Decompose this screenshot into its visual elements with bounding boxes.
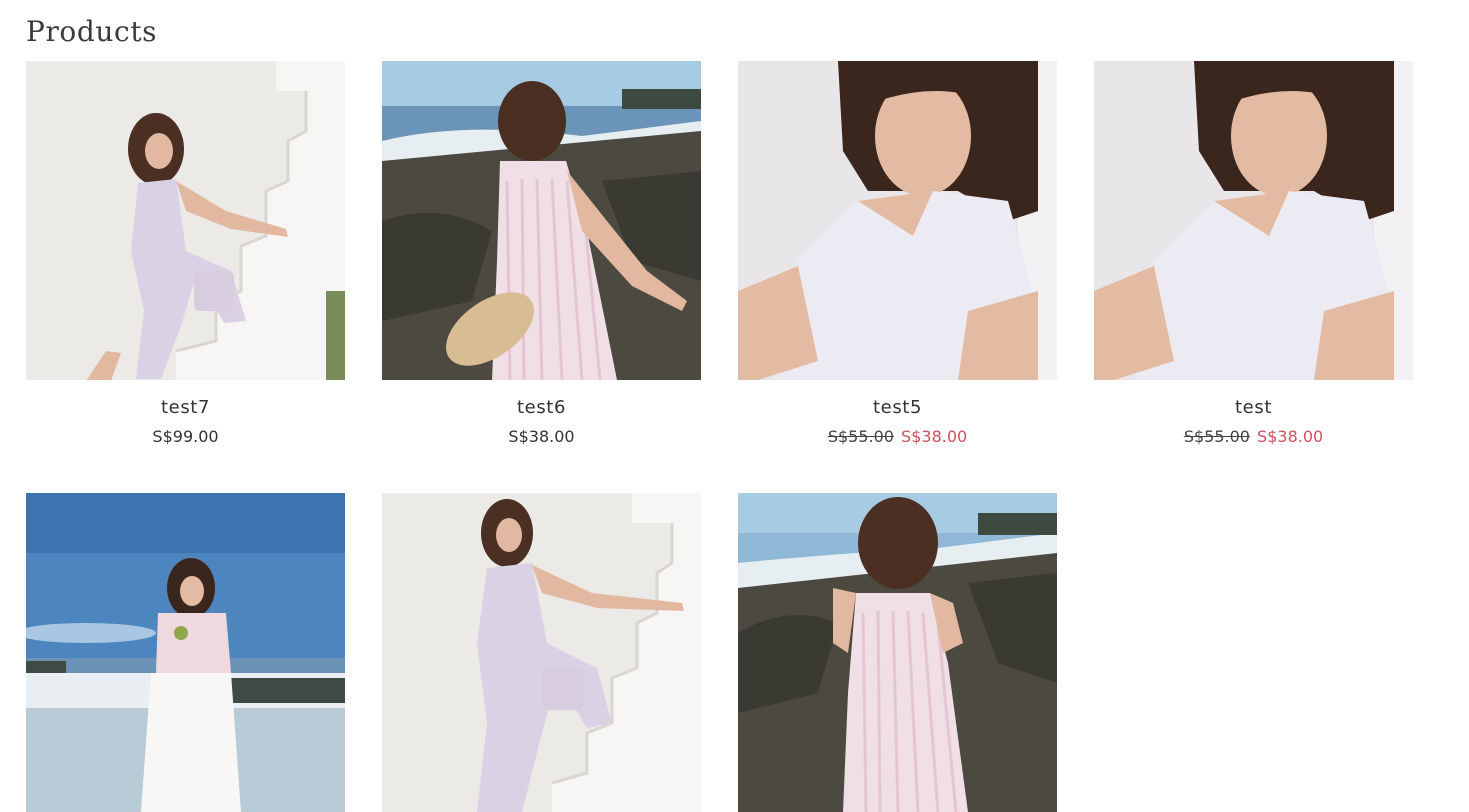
product-card[interactable]: test S$55.00 S$38.00 (1094, 61, 1413, 447)
photo-model-beach-dress-back-icon (382, 61, 701, 380)
product-card[interactable] (738, 493, 1057, 812)
product-price: S$38.00 (508, 427, 575, 446)
photo-model-wall-top-closeup-icon (1094, 61, 1413, 380)
photo-model-stairs-jumpsuit-icon (26, 61, 345, 380)
product-card[interactable]: test5 S$55.00 S$38.00 (738, 61, 1057, 447)
product-name[interactable]: test6 (382, 397, 701, 419)
product-price-row: S$38.00 (382, 427, 701, 447)
product-price-row: S$55.00 S$38.00 (1094, 427, 1413, 447)
product-image[interactable] (738, 493, 1057, 812)
photo-model-wall-top-closeup-icon (738, 61, 1057, 380)
product-sale-price: S$38.00 (1257, 427, 1324, 446)
product-image[interactable] (738, 61, 1057, 380)
product-card[interactable] (382, 493, 701, 812)
product-price-row: S$99.00 (26, 427, 345, 447)
product-sale-price: S$38.00 (901, 427, 968, 446)
product-card[interactable]: test6 S$38.00 (382, 61, 701, 447)
page-title: Products (26, 15, 158, 48)
product-name[interactable]: test5 (738, 397, 1057, 419)
photo-model-stairs-jumpsuit-icon (382, 493, 701, 812)
product-grid: test7 S$99.00 test6 S$38.00 test5 S$55.0… (26, 61, 1446, 812)
product-image[interactable] (26, 61, 345, 380)
product-price: S$99.00 (152, 427, 219, 446)
product-image[interactable] (382, 493, 701, 812)
product-image[interactable] (26, 493, 345, 812)
product-image[interactable] (382, 61, 701, 380)
product-name[interactable]: test (1094, 397, 1413, 419)
photo-model-beach-dress-back-icon (738, 493, 1057, 812)
product-card[interactable] (26, 493, 345, 812)
product-compare-price: S$55.00 (827, 427, 894, 446)
product-name[interactable]: test7 (26, 397, 345, 419)
product-price-row: S$55.00 S$38.00 (738, 427, 1057, 447)
product-compare-price: S$55.00 (1183, 427, 1250, 446)
product-image[interactable] (1094, 61, 1413, 380)
product-card[interactable]: test7 S$99.00 (26, 61, 345, 447)
photo-model-beach-white-skirt-icon (26, 493, 345, 812)
